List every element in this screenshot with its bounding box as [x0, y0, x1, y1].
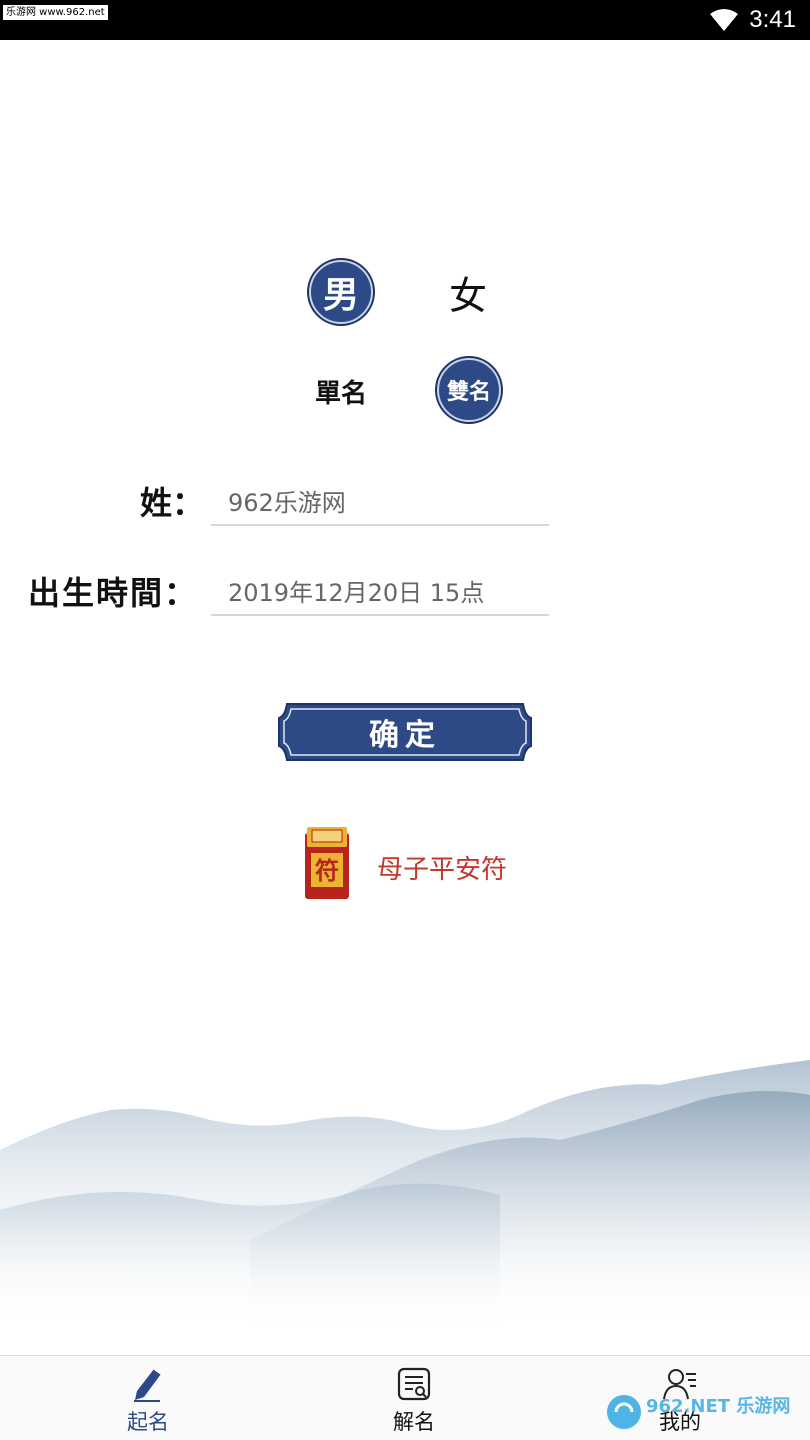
document-search-icon	[397, 1367, 431, 1401]
tab-naming-label: 起名	[127, 1410, 169, 1434]
status-bar: 乐游网 www.962.net 3:41	[0, 0, 810, 40]
talisman-badge: 符	[315, 856, 339, 885]
site-watermark: 乐游网 www.962.net	[3, 5, 108, 20]
talisman-icon: 符	[305, 827, 349, 899]
tab-mine-label: 我的	[659, 1410, 701, 1434]
status-indicators: 3:41	[709, 0, 796, 40]
male-button[interactable]: 男	[309, 260, 373, 324]
wifi-icon	[710, 9, 739, 31]
talisman-label: 母子平安符	[377, 855, 508, 885]
confirm-button[interactable]: 确定	[277, 702, 533, 762]
bottom-tab-bar: 起名 解名 我的	[0, 1355, 810, 1440]
tab-mine[interactable]: 我的	[620, 1356, 740, 1440]
clock: 3:41	[749, 6, 796, 33]
single-name-button[interactable]: 單名	[308, 365, 374, 417]
tab-naming[interactable]: 起名	[88, 1356, 208, 1440]
mountain-background	[0, 1060, 810, 1330]
birth-time-input[interactable]	[211, 566, 549, 616]
double-name-button[interactable]: 雙名	[437, 358, 501, 422]
birth-time-label: 出生時間：	[28, 574, 199, 612]
user-icon	[663, 1369, 696, 1400]
confirm-label: 确定	[369, 718, 441, 753]
talisman-link[interactable]: 符 母子平安符	[303, 825, 523, 903]
surname-label: 姓：	[140, 484, 205, 522]
pen-icon	[134, 1368, 162, 1402]
surname-input[interactable]	[211, 476, 549, 526]
female-button[interactable]: 女	[436, 262, 500, 322]
tab-interpret[interactable]: 解名	[354, 1356, 474, 1440]
tab-interpret-label: 解名	[393, 1410, 435, 1434]
